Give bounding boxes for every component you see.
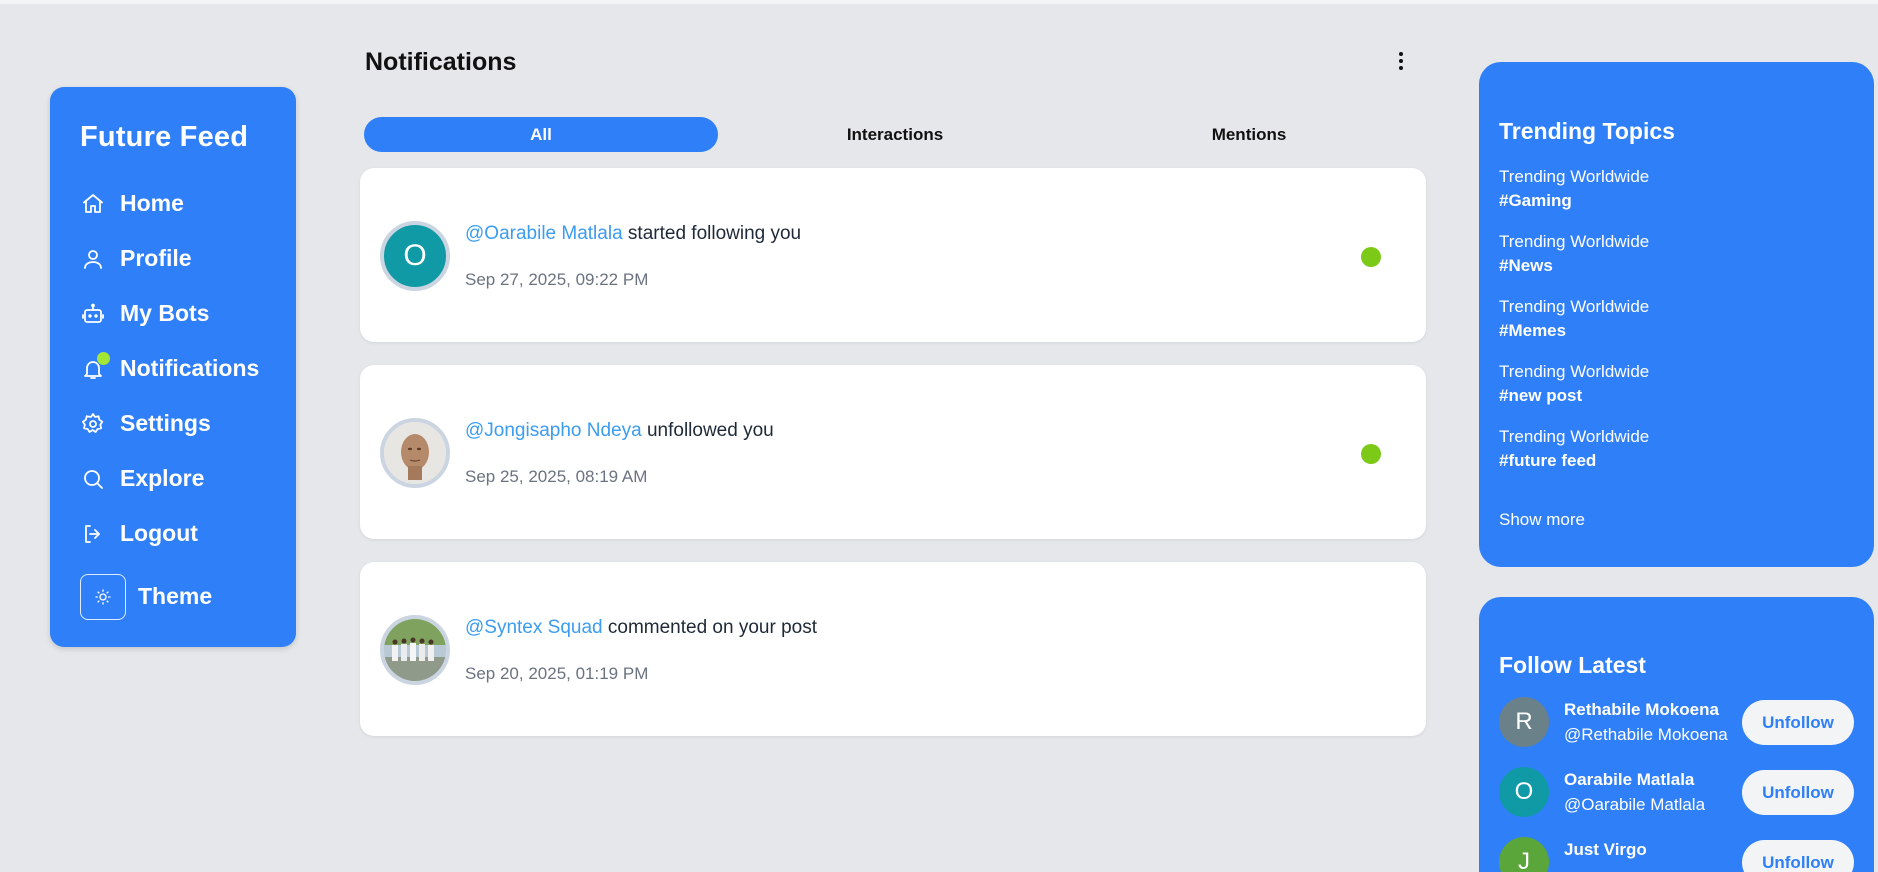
- sidebar-item-label: Notifications: [120, 355, 260, 381]
- follow-user-row: J Just Virgo Unfollow: [1499, 837, 1874, 872]
- trending-hashtag: #future feed: [1499, 451, 1597, 470]
- notification-card[interactable]: O @Oarabile Matlala started following yo…: [360, 168, 1426, 342]
- avatar[interactable]: J: [1499, 837, 1549, 872]
- sidebar-item-label: Profile: [120, 245, 192, 271]
- notification-text: @Jongisapho Ndeya unfollowed you: [465, 420, 774, 442]
- trending-subtitle: Trending Worldwide: [1499, 297, 1650, 316]
- theme-toggle[interactable]: Theme: [80, 569, 296, 624]
- notification-text: @Syntex Squad commented on your post: [465, 617, 817, 639]
- follow-user-row: R Rethabile Mokoena @Rethabile Mokoena U…: [1499, 697, 1874, 767]
- show-more-link[interactable]: Show more: [1499, 510, 1585, 530]
- trending-item[interactable]: Trending Worldwide #Gaming: [1499, 165, 1874, 213]
- trending-topics-panel: Trending Topics Trending Worldwide #Gami…: [1479, 62, 1874, 567]
- notification-text: @Oarabile Matlala started following you: [465, 223, 801, 245]
- trending-hashtag: #Memes: [1499, 321, 1567, 340]
- tab-mentions[interactable]: Mentions: [1072, 117, 1426, 152]
- sidebar-item-profile[interactable]: Profile: [80, 231, 296, 286]
- user-mention-link[interactable]: @Jongisapho Ndeya: [465, 420, 642, 441]
- avatar-image: [384, 422, 446, 484]
- user-name[interactable]: Oarabile Matlala: [1564, 770, 1694, 790]
- notification-action: started following you: [622, 223, 802, 244]
- trending-subtitle: Trending Worldwide: [1499, 167, 1650, 186]
- follow-latest-title: Follow Latest: [1499, 652, 1646, 678]
- theme-label: Theme: [138, 583, 213, 609]
- search-icon: [80, 466, 106, 492]
- gear-icon: [80, 411, 106, 437]
- more-vertical-icon: [1399, 59, 1403, 63]
- more-vertical-icon: [1399, 52, 1403, 56]
- sidebar-item-notifications[interactable]: Notifications: [80, 341, 296, 396]
- sidebar-item-label: Explore: [120, 465, 205, 491]
- more-vertical-icon: [1399, 66, 1403, 70]
- tab-all[interactable]: All: [364, 117, 718, 152]
- bell-icon: [80, 351, 110, 382]
- notification-action: unfollowed you: [641, 420, 774, 441]
- page-title: Notifications: [365, 48, 517, 76]
- avatar: O: [380, 221, 450, 291]
- trending-item[interactable]: Trending Worldwide #future feed: [1499, 425, 1874, 473]
- trending-subtitle: Trending Worldwide: [1499, 362, 1650, 381]
- trending-item[interactable]: Trending Worldwide #new post: [1499, 360, 1874, 408]
- unread-indicator: [1361, 247, 1381, 267]
- logout-icon: [80, 521, 106, 547]
- user-name[interactable]: Just Virgo: [1564, 840, 1647, 860]
- trending-item[interactable]: Trending Worldwide #News: [1499, 230, 1874, 278]
- home-icon: [80, 191, 106, 217]
- sidebar-item-settings[interactable]: Settings: [80, 396, 296, 451]
- follow-latest-panel: Follow Latest R Rethabile Mokoena @Retha…: [1479, 597, 1874, 872]
- avatar[interactable]: R: [1499, 697, 1549, 747]
- bot-icon: [80, 301, 106, 327]
- trending-hashtag: #Gaming: [1499, 191, 1572, 210]
- user-handle: @Oarabile Matlala: [1564, 795, 1706, 814]
- trending-hashtag: #News: [1499, 256, 1553, 275]
- sidebar-item-logout[interactable]: Logout: [80, 506, 296, 561]
- notification-timestamp: Sep 25, 2025, 08:19 AM: [465, 467, 648, 486]
- more-options-button[interactable]: [1390, 48, 1412, 74]
- brand-logo-text[interactable]: Future Feed: [80, 121, 296, 154]
- sidebar-item-home[interactable]: Home: [80, 176, 296, 231]
- sidebar-item-label: My Bots: [120, 300, 210, 326]
- tab-interactions[interactable]: Interactions: [718, 117, 1072, 152]
- notification-card[interactable]: @Syntex Squad commented on your post Sep…: [360, 562, 1426, 736]
- notification-timestamp: Sep 27, 2025, 09:22 PM: [465, 270, 649, 289]
- avatar[interactable]: O: [1499, 767, 1549, 817]
- sidebar-item-my-bots[interactable]: My Bots: [80, 286, 296, 341]
- sidebar: Future Feed Home Profile My Bots Notific…: [50, 87, 296, 647]
- trending-title: Trending Topics: [1499, 118, 1675, 144]
- user-handle: @Rethabile Mokoena: [1564, 725, 1728, 744]
- user-mention-link[interactable]: @Oarabile Matlala: [465, 223, 623, 244]
- sidebar-item-label: Home: [120, 190, 184, 216]
- trending-hashtag: #new post: [1499, 386, 1583, 405]
- notification-badge: [97, 351, 110, 365]
- user-icon: [80, 246, 106, 272]
- top-border: [0, 0, 1878, 4]
- sidebar-item-label: Logout: [120, 520, 198, 546]
- trending-subtitle: Trending Worldwide: [1499, 427, 1650, 446]
- trending-subtitle: Trending Worldwide: [1499, 232, 1650, 251]
- avatar: [380, 418, 450, 488]
- notification-action: commented on your post: [602, 617, 817, 638]
- user-name[interactable]: Rethabile Mokoena: [1564, 700, 1719, 720]
- unfollow-button[interactable]: Unfollow: [1742, 700, 1854, 745]
- notification-tabs: All Interactions Mentions: [364, 117, 1426, 152]
- unread-indicator: [1361, 444, 1381, 464]
- user-mention-link[interactable]: @Syntex Squad: [465, 617, 603, 638]
- sidebar-item-explore[interactable]: Explore: [80, 451, 296, 506]
- avatar: [380, 615, 450, 685]
- follow-user-row: O Oarabile Matlala @Oarabile Matlala Unf…: [1499, 767, 1874, 837]
- sidebar-item-label: Settings: [120, 410, 211, 436]
- trending-item[interactable]: Trending Worldwide #Memes: [1499, 295, 1874, 343]
- unfollow-button[interactable]: Unfollow: [1742, 770, 1854, 815]
- unfollow-button[interactable]: Unfollow: [1742, 840, 1854, 872]
- notification-timestamp: Sep 20, 2025, 01:19 PM: [465, 664, 649, 683]
- notification-card[interactable]: @Jongisapho Ndeya unfollowed you Sep 25,…: [360, 365, 1426, 539]
- sun-icon: [80, 573, 126, 620]
- avatar-image: [384, 619, 446, 681]
